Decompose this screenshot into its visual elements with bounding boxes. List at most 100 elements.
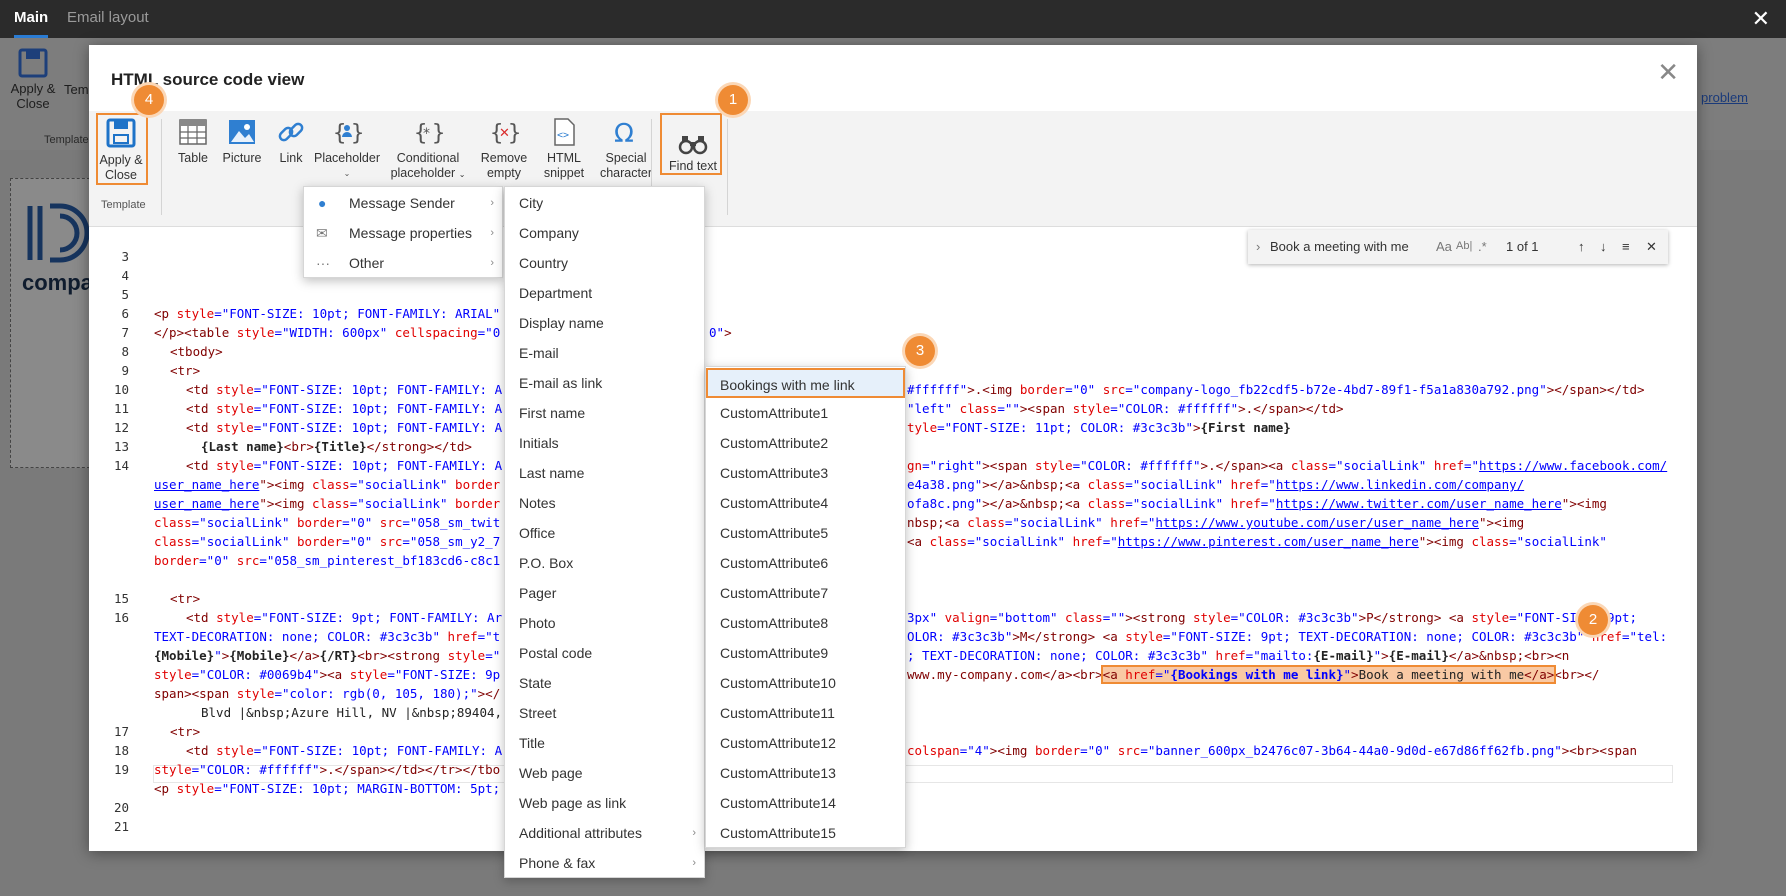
menu-item-pager[interactable]: Pager: [505, 578, 704, 608]
match-case-icon[interactable]: Aa: [1436, 239, 1452, 254]
snippet-label-2: snippet: [543, 166, 585, 180]
menu-item-label: Message properties: [349, 225, 472, 241]
menu-item-street[interactable]: Street: [505, 698, 704, 728]
app-apply-close-button[interactable]: Apply & Close: [8, 48, 58, 111]
close-find-icon[interactable]: ✕: [1646, 239, 1657, 255]
menu-item-message-sender[interactable]: ● Message Sender ›: [304, 188, 502, 218]
menu-item-bookings-with-me-link[interactable]: Bookings with me link: [706, 368, 905, 398]
code-line-11: <td style="FONT-SIZE: 10pt; FONT-FAMILY:…: [186, 401, 503, 416]
table-button[interactable]: Table: [173, 117, 213, 166]
regex-icon[interactable]: .*: [1478, 239, 1487, 254]
code-line-19-a: <td style="FONT-SIZE: 10pt; FONT-FAMILY:…: [186, 743, 503, 758]
menu-item-customattribute11[interactable]: CustomAttribute11: [706, 698, 905, 728]
ribbon-group-template: Template: [101, 199, 146, 211]
link-icon: [278, 122, 304, 142]
menu-item-p-o-box[interactable]: P.O. Box: [505, 548, 704, 578]
menu-item-label: State: [519, 675, 552, 691]
code-line-7-tail: 0">: [709, 325, 732, 340]
html-snippet-button[interactable]: <> HTML snippet: [535, 117, 593, 181]
menu-item-initials[interactable]: Initials: [505, 428, 704, 458]
menu-item-customattribute6[interactable]: CustomAttribute6: [706, 548, 905, 578]
app-problem-link[interactable]: problem: [1701, 90, 1748, 105]
previous-match-icon[interactable]: ↑: [1578, 239, 1585, 254]
menu-item-other[interactable]: ··· Other ›: [304, 248, 502, 278]
line-number: 11: [113, 401, 129, 416]
menu-item-customattribute7[interactable]: CustomAttribute7: [706, 578, 905, 608]
app-close-icon[interactable]: ✕: [1752, 8, 1770, 30]
app-top-bar: Main Email layout ✕: [0, 0, 1786, 38]
menu-item-photo[interactable]: Photo: [505, 608, 704, 638]
menu-item-customattribute3[interactable]: CustomAttribute3: [706, 458, 905, 488]
menu-item-department[interactable]: Department: [505, 278, 704, 308]
remove-empty-icon: {}✕: [490, 121, 519, 146]
menu-item-e-mail[interactable]: E-mail: [505, 338, 704, 368]
menu-item-web-page-as-link[interactable]: Web page as link: [505, 788, 704, 818]
menu-item-city[interactable]: City: [505, 188, 704, 218]
envelope-icon: ✉: [316, 225, 328, 241]
menu-item-display-name[interactable]: Display name: [505, 308, 704, 338]
menu-item-customattribute10[interactable]: CustomAttribute10: [706, 668, 905, 698]
menu-item-label: Country: [519, 255, 569, 271]
whole-word-icon[interactable]: Ab|: [1456, 240, 1472, 252]
code-line-16-a-tail: 3px" valign="bottom" class=""><strong st…: [907, 610, 1638, 625]
step-badge-2: 2: [1578, 605, 1608, 635]
menu-item-country[interactable]: Country: [505, 248, 704, 278]
menu-item-customattribute9[interactable]: CustomAttribute9: [706, 638, 905, 668]
menu-item-phone-fax[interactable]: Phone & fax ›: [505, 848, 704, 878]
chevron-right-icon: ›: [692, 857, 696, 869]
find-in-selection-icon[interactable]: ≡: [1622, 239, 1630, 254]
chevron-right-icon: ›: [490, 227, 494, 239]
menu-item-web-page[interactable]: Web page: [505, 758, 704, 788]
menu-item-label: Other: [349, 255, 385, 271]
placeholder-button[interactable]: {} Placeholder ⌄: [311, 117, 383, 181]
link-button[interactable]: Link: [273, 117, 309, 166]
dialog-close-icon[interactable]: ✕: [1657, 59, 1679, 85]
menu-item-company[interactable]: Company: [505, 218, 704, 248]
menu-item-state[interactable]: State: [505, 668, 704, 698]
menu-item-e-mail-as-link[interactable]: E-mail as link: [505, 368, 704, 398]
picture-button[interactable]: Picture: [219, 117, 265, 166]
menu-item-last-name[interactable]: Last name: [505, 458, 704, 488]
menu-item-label: CustomAttribute8: [720, 615, 829, 631]
placeholder-icon: {}: [333, 121, 362, 146]
code-line-14-b: user_name_here"><img class="socialLink" …: [154, 477, 501, 492]
code-line-16-a: <td style="FONT-SIZE: 9pt; FONT-FAMILY: …: [186, 610, 503, 625]
menu-item-label: CustomAttribute4: [720, 495, 829, 511]
chevron-down-icon: ⌄: [343, 169, 351, 178]
menu-item-label: CustomAttribute3: [720, 465, 829, 481]
table-icon: [179, 119, 207, 145]
menu-item-label: Bookings with me link: [720, 377, 855, 393]
menu-item-customattribute12[interactable]: CustomAttribute12: [706, 728, 905, 758]
found-match-highlight: <a href="{Bookings with me link}">Book a…: [1100, 665, 1557, 684]
next-match-icon[interactable]: ↓: [1600, 239, 1607, 254]
menu-item-customattribute2[interactable]: CustomAttribute2: [706, 428, 905, 458]
menu-item-office[interactable]: Office: [505, 518, 704, 548]
menu-item-title[interactable]: Title: [505, 728, 704, 758]
menu-item-additional-attributes[interactable]: Additional attributes ›: [505, 818, 704, 848]
code-line-14-c-tail: ofa8c.png"></a>&nbsp;<a class="socialLin…: [907, 496, 1607, 511]
tab-email-layout[interactable]: Email layout: [67, 0, 149, 38]
conditional-label-1: Conditional: [396, 151, 460, 165]
menu-item-notes[interactable]: Notes: [505, 488, 704, 518]
menu-item-customattribute5[interactable]: CustomAttribute5: [706, 518, 905, 548]
line-number: 10: [113, 382, 129, 397]
conditional-placeholder-button[interactable]: {}* Conditional placeholder ⌄: [385, 117, 471, 182]
tab-main[interactable]: Main: [14, 0, 49, 38]
menu-item-customattribute15[interactable]: CustomAttribute15: [706, 818, 905, 848]
special-label-2: character: [599, 166, 653, 180]
menu-item-customattribute14[interactable]: CustomAttribute14: [706, 788, 905, 818]
expand-replace-icon[interactable]: ›: [1256, 239, 1260, 254]
find-input[interactable]: Book a meeting with me: [1270, 239, 1409, 254]
menu-item-customattribute1[interactable]: CustomAttribute1: [706, 398, 905, 428]
remove-empty-button[interactable]: {}✕ Remove empty: [473, 117, 535, 181]
menu-item-customattribute4[interactable]: CustomAttribute4: [706, 488, 905, 518]
line-number: 12: [113, 420, 129, 435]
menu-item-customattribute13[interactable]: CustomAttribute13: [706, 758, 905, 788]
menu-item-message-properties[interactable]: ✉ Message properties ›: [304, 218, 502, 248]
menu-item-customattribute8[interactable]: CustomAttribute8: [706, 608, 905, 638]
menu-item-postal-code[interactable]: Postal code: [505, 638, 704, 668]
menu-item-first-name[interactable]: First name: [505, 398, 704, 428]
special-character-button[interactable]: Ω Special character: [595, 117, 657, 181]
menu-item-label: Postal code: [519, 645, 593, 661]
svg-text:}: }: [432, 121, 443, 146]
